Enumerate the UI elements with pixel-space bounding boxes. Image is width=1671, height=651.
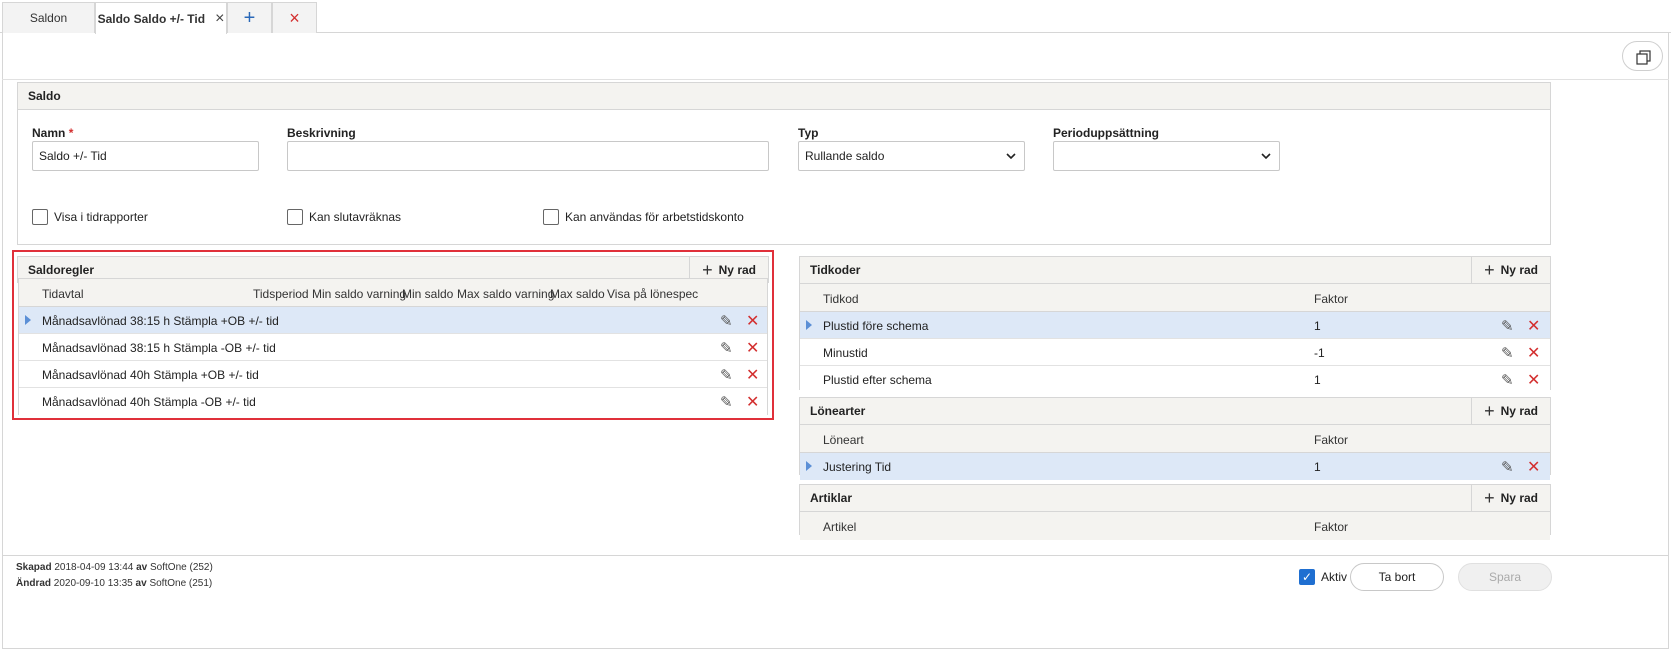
- add-tab-button[interactable]: +: [227, 2, 272, 33]
- cell-faktor: -1: [1314, 346, 1325, 360]
- new-row-button[interactable]: + Ny rad: [1471, 257, 1550, 283]
- panel-header: Lönearter + Ny rad: [800, 398, 1550, 425]
- grid-header: Löneart Faktor: [800, 425, 1550, 453]
- visa-tidrapporter-checkbox[interactable]: Visa i tidrapporter: [32, 209, 148, 225]
- copy-button[interactable]: [1622, 41, 1663, 71]
- beskrivning-input[interactable]: [287, 141, 769, 171]
- table-row[interactable]: Justering Tid 1 ✎ ✕: [800, 453, 1550, 480]
- tab-bar: Saldon Saldo Saldo +/- Tid × + ×: [0, 0, 1671, 34]
- checkbox-label: Kan slutavräknas: [309, 210, 402, 224]
- cell-loneart: Justering Tid: [823, 460, 892, 474]
- modified-info: Ändrad 2020-09-10 13:35 av SoftOne (251): [16, 578, 213, 589]
- plus-icon: +: [1484, 259, 1495, 280]
- beskrivning-label: Beskrivning: [287, 126, 356, 140]
- cell-tidkod: Plustid efter schema: [823, 373, 932, 387]
- triangle-right-icon[interactable]: [806, 320, 812, 330]
- created-info: Skapad 2018-04-09 13:44 av SoftOne (252): [16, 562, 213, 573]
- grid-header: Artikel Faktor: [800, 512, 1550, 540]
- divider: [2, 555, 1669, 556]
- chevron-down-icon: [1006, 153, 1016, 159]
- table-row[interactable]: Minustid -1 ✎ ✕: [800, 339, 1550, 366]
- table-row[interactable]: Plustid efter schema 1 ✎ ✕: [800, 366, 1550, 393]
- panel-title: Tidkoder: [810, 263, 861, 277]
- save-button[interactable]: Spara: [1458, 563, 1552, 591]
- checkbox-box[interactable]: [32, 209, 48, 225]
- lonearter-panel: Lönearter + Ny rad Löneart Faktor Justeri…: [799, 397, 1551, 480]
- arbetstidskonto-checkbox[interactable]: Kan användas för arbetstidskonto: [543, 209, 744, 225]
- delete-button[interactable]: Ta bort: [1350, 563, 1444, 591]
- button-label: Ny rad: [1500, 404, 1538, 418]
- column-header[interactable]: Faktor: [1314, 292, 1348, 306]
- plus-icon: +: [1484, 487, 1495, 508]
- close-icon[interactable]: ✕: [1527, 370, 1540, 390]
- plus-icon: +: [243, 6, 256, 29]
- table-row[interactable]: Plustid före schema 1 ✎ ✕: [800, 312, 1550, 339]
- artiklar-panel: Artiklar + Ny rad Artikel Faktor: [799, 484, 1551, 540]
- close-icon[interactable]: ×: [215, 10, 224, 28]
- pencil-icon[interactable]: ✎: [1501, 458, 1514, 476]
- highlight-frame: [12, 250, 774, 420]
- triangle-right-icon[interactable]: [806, 461, 812, 471]
- close-icon[interactable]: ✕: [1527, 343, 1540, 363]
- check-icon[interactable]: ✓: [1299, 569, 1315, 585]
- checkbox-box[interactable]: [543, 209, 559, 225]
- checkbox-label: Aktiv: [1321, 570, 1348, 584]
- tab-saldon[interactable]: Saldon: [2, 2, 95, 33]
- new-row-button[interactable]: + Ny rad: [1471, 398, 1550, 424]
- typ-label: Typ: [798, 126, 819, 140]
- plus-icon: +: [1484, 400, 1495, 421]
- cell-faktor: 1: [1314, 373, 1321, 387]
- close-icon[interactable]: ✕: [1527, 457, 1540, 477]
- panel-title: Artiklar: [810, 491, 853, 505]
- checkbox-label: Visa i tidrapporter: [54, 210, 148, 224]
- column-header[interactable]: Artikel: [823, 520, 856, 534]
- namn-input[interactable]: Saldo +/- Tid: [32, 141, 259, 171]
- cell-faktor: 1: [1314, 319, 1321, 333]
- checkbox-label: Kan användas för arbetstidskonto: [565, 210, 744, 224]
- column-header[interactable]: Faktor: [1314, 433, 1348, 447]
- panel-header: Artiklar + Ny rad: [800, 485, 1550, 512]
- chevron-down-icon: [1261, 153, 1271, 159]
- pencil-icon[interactable]: ✎: [1501, 344, 1514, 362]
- close-all-tabs-button[interactable]: ×: [272, 2, 317, 33]
- period-label: Perioduppsättning: [1053, 126, 1159, 140]
- typ-value: Rullande saldo: [805, 149, 885, 163]
- pencil-icon[interactable]: ✎: [1501, 371, 1514, 389]
- tab-label: Saldon: [29, 11, 68, 25]
- cell-tidkod: Minustid: [823, 346, 868, 360]
- panel-title: Lönearter: [810, 404, 866, 418]
- typ-select[interactable]: Rullande saldo: [798, 141, 1025, 171]
- pencil-icon[interactable]: ✎: [1501, 317, 1514, 335]
- cell-faktor: 1: [1314, 460, 1321, 474]
- panel-title: Saldo: [18, 83, 1550, 110]
- cell-tidkod: Plustid före schema: [823, 319, 929, 333]
- tidkoder-panel: Tidkoder + Ny rad Tidkod Faktor Plustid f…: [799, 256, 1551, 393]
- new-row-button[interactable]: + Ny rad: [1471, 485, 1550, 511]
- period-select[interactable]: [1053, 141, 1280, 171]
- namn-label: Namn *: [32, 126, 74, 140]
- tab-label: Saldo Saldo +/- Tid: [97, 11, 206, 26]
- close-icon: ×: [289, 7, 300, 28]
- kan-slutavraknas-checkbox[interactable]: Kan slutavräknas: [287, 209, 401, 225]
- button-label: Ny rad: [1500, 263, 1538, 277]
- column-header[interactable]: Tidkod: [823, 292, 859, 306]
- panel-header: Tidkoder + Ny rad: [800, 257, 1550, 284]
- checkbox-box[interactable]: [287, 209, 303, 225]
- divider: [2, 79, 1669, 80]
- button-label: Ny rad: [1500, 491, 1538, 505]
- column-header[interactable]: Löneart: [823, 433, 864, 447]
- aktiv-checkbox[interactable]: ✓ Aktiv: [1299, 569, 1347, 585]
- close-icon[interactable]: ✕: [1527, 316, 1540, 336]
- grid-header: Tidkod Faktor: [800, 284, 1550, 312]
- tab-saldo-tid[interactable]: Saldo Saldo +/- Tid ×: [95, 2, 227, 34]
- column-header[interactable]: Faktor: [1314, 520, 1348, 534]
- copy-icon: [1636, 50, 1651, 65]
